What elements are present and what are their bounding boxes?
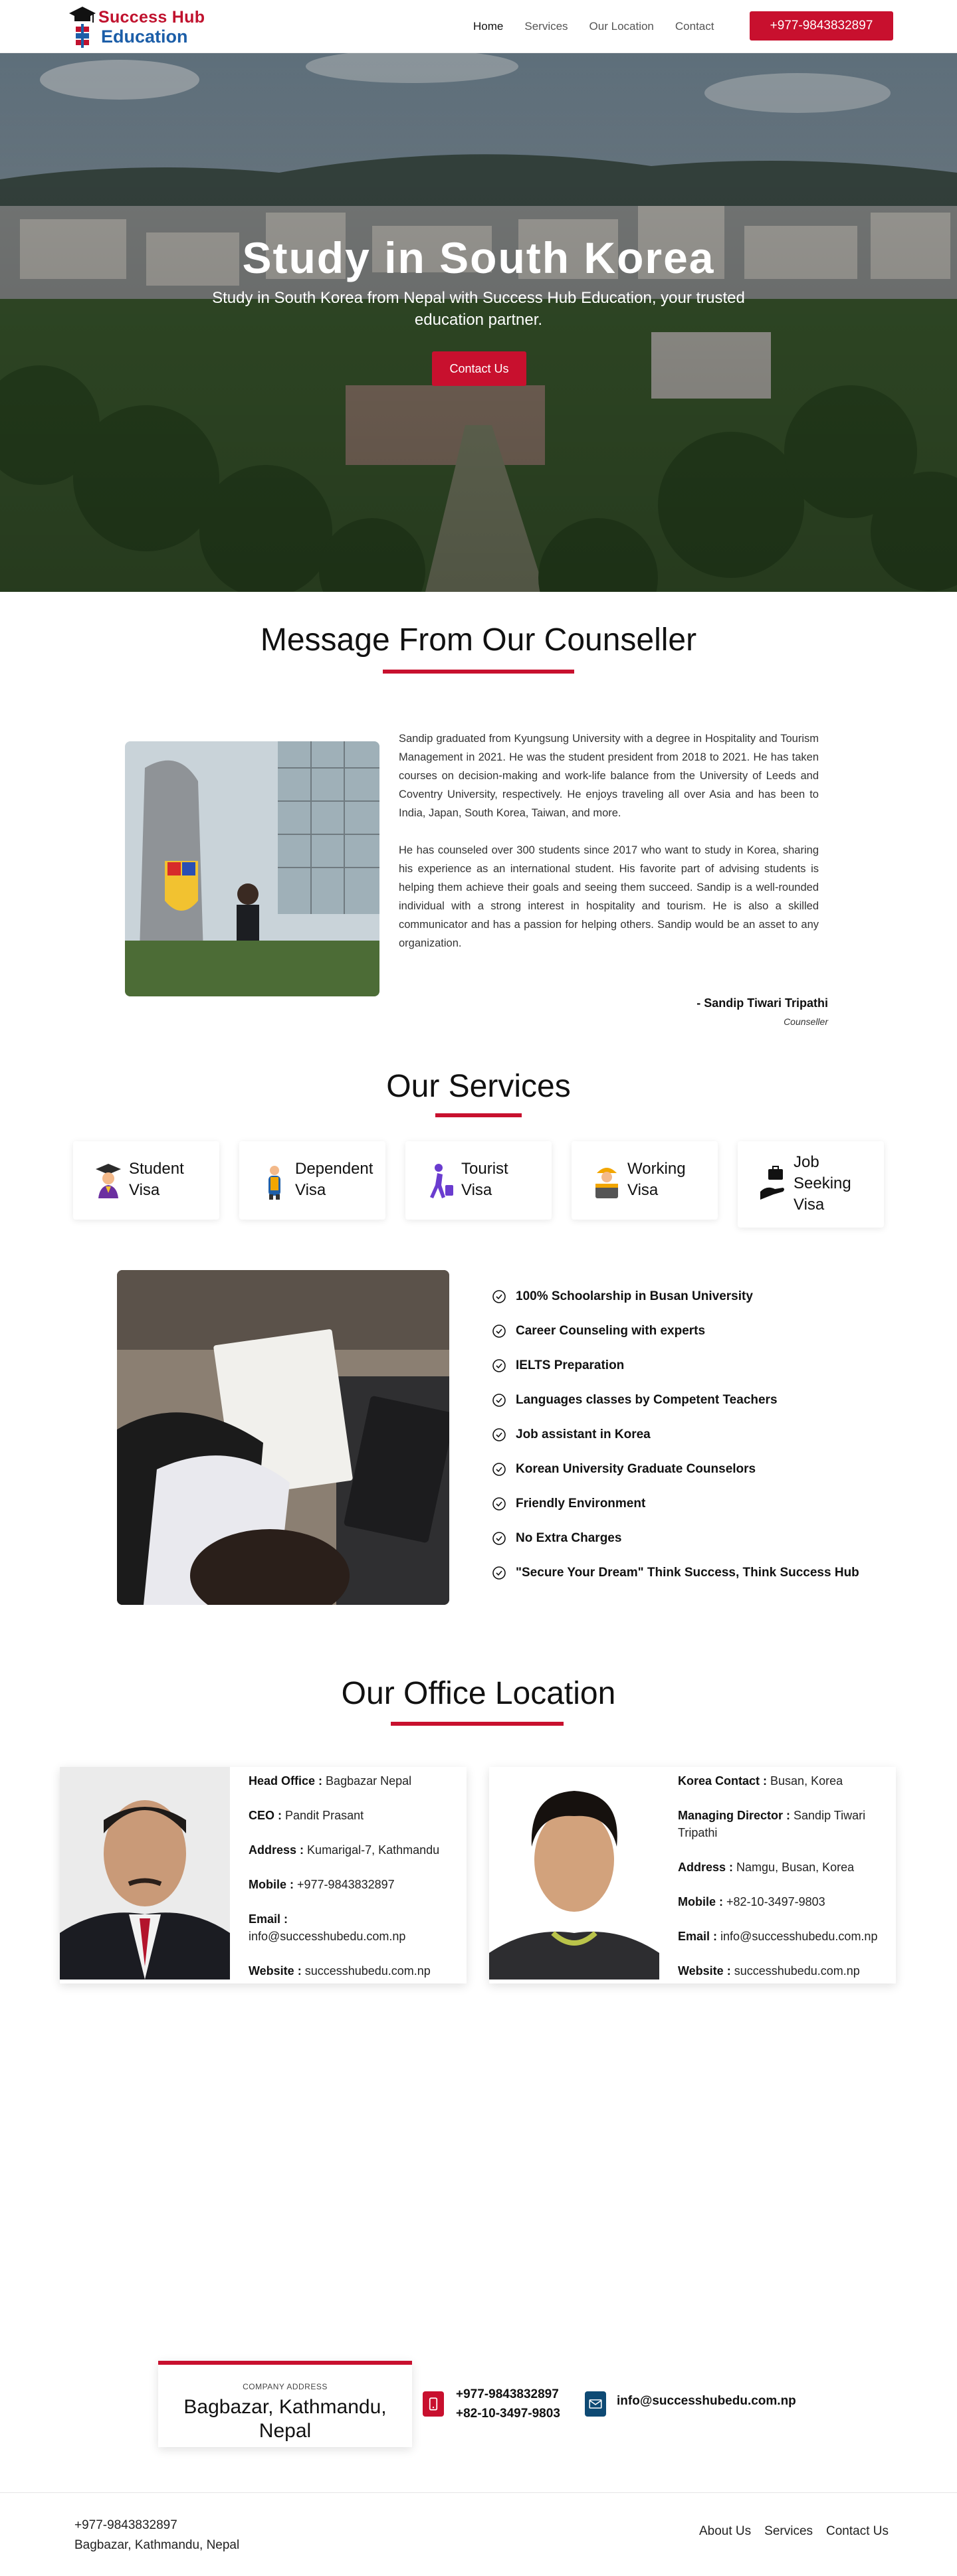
- feature-item: 100% Schoolarship in Busan University: [492, 1279, 859, 1314]
- logo[interactable]: Success Hub Education: [66, 4, 206, 49]
- check-circle-icon: [492, 1325, 506, 1338]
- company-address-label: COMPANY ADDRESS: [243, 2382, 328, 2391]
- feature-item: Korean University Graduate Counselors: [492, 1452, 859, 1487]
- company-address: Bagbazar, Kathmandu, Nepal: [183, 2396, 387, 2442]
- counseller-photo: [125, 741, 379, 996]
- check-circle-icon: [492, 1359, 506, 1372]
- check-circle-icon: [492, 1463, 506, 1476]
- study-desk-photo: [117, 1270, 449, 1605]
- counseller-heading-underline: [383, 670, 574, 674]
- contact-phone-korea[interactable]: +82-10-3497-9803: [456, 2404, 560, 2423]
- nav-services[interactable]: Services: [524, 20, 568, 33]
- graduation-cap-logo-icon: [69, 7, 96, 48]
- footer-link-about-us[interactable]: About Us: [699, 2524, 751, 2539]
- contact-email[interactable]: info@successhubedu.com.np: [617, 2394, 796, 2409]
- services-heading: Our Services: [386, 1069, 571, 1104]
- head-office-details: Head Office : Bagbazar Nepal CEO : Pandi…: [249, 1774, 440, 1978]
- counseller-heading: Message From Our Counseller: [260, 622, 697, 658]
- service-card-dependent-visa[interactable]: Dependent Visa: [239, 1141, 385, 1220]
- service-card-tourist-visa[interactable]: Tourist Visa: [405, 1141, 552, 1220]
- feature-item: Friendly Environment: [492, 1487, 859, 1521]
- footer-address: Bagbazar, Kathmandu, Nepal: [74, 2538, 240, 2552]
- header-phone-button[interactable]: +977-9843832897: [750, 11, 893, 41]
- feature-item: Career Counseling with experts: [492, 1314, 859, 1348]
- footer-link-services[interactable]: Services: [764, 2524, 813, 2539]
- feature-item: Languages classes by Competent Teachers: [492, 1383, 859, 1418]
- check-circle-icon: [492, 1428, 506, 1441]
- service-label: Student Visa: [129, 1160, 184, 1199]
- footer-link-contact-us[interactable]: Contact Us: [826, 2524, 889, 2539]
- nav-contact[interactable]: Contact: [675, 20, 714, 33]
- service-label: Job Seeking Visa: [794, 1153, 851, 1214]
- service-label: Tourist Visa: [461, 1160, 508, 1199]
- hero-subtitle: Study in South Korea from Nepal with Suc…: [212, 289, 745, 329]
- services-feature-list: 100% Schoolarship in Busan University Ca…: [492, 1279, 859, 1590]
- head-office-email[interactable]: info@successhubedu.com.np: [249, 1930, 405, 1943]
- company-address-card: COMPANY ADDRESS Bagbazar, Kathmandu, Nep…: [158, 2361, 412, 2447]
- feature-item: No Extra Charges: [492, 1521, 859, 1556]
- korea-office-mobile[interactable]: +82-10-3497-9803: [726, 1895, 825, 1908]
- feature-item: "Secure Your Dream" Think Success, Think…: [492, 1556, 859, 1590]
- ceo-photo: [60, 1767, 230, 1979]
- check-circle-icon: [492, 1566, 506, 1580]
- counseller-paragraph-2: He has counseled over 300 students since…: [399, 844, 819, 949]
- korea-office-card: Korea Contact : Busan, Korea Managing Di…: [489, 1767, 896, 1983]
- service-label: Working Visa: [627, 1160, 686, 1199]
- job-seeking-icon: [760, 1166, 784, 1200]
- traveler-icon: [430, 1164, 453, 1198]
- main-nav: Home Services Our Location Contact: [473, 0, 714, 53]
- head-office-card: Head Office : Bagbazar Nepal CEO : Pandi…: [60, 1767, 467, 1983]
- footer-phone[interactable]: +977-9843832897: [74, 2516, 239, 2535]
- nav-home[interactable]: Home: [473, 20, 503, 33]
- site-header: Success Hub Education Home Services Our …: [0, 0, 957, 53]
- feature-item: IELTS Preparation: [492, 1348, 859, 1383]
- footer-divider: [0, 2492, 957, 2493]
- graduate-icon: [96, 1164, 121, 1198]
- counseller-name: - Sandip Tiwari Tripathi: [696, 996, 828, 1010]
- service-card-working-visa[interactable]: Working Visa: [572, 1141, 718, 1220]
- worker-icon: [595, 1168, 618, 1198]
- office-heading-underline: [391, 1722, 564, 1726]
- counseller-role: Counseller: [784, 1016, 828, 1027]
- check-circle-icon: [492, 1394, 506, 1407]
- check-circle-icon: [492, 1290, 506, 1303]
- managing-director-photo: [489, 1767, 659, 1979]
- korea-office-details: Korea Contact : Busan, Korea Managing Di…: [678, 1774, 878, 1978]
- check-circle-icon: [492, 1497, 506, 1511]
- service-label: Dependent Visa: [295, 1160, 373, 1199]
- head-office-website[interactable]: successhubedu.com.np: [305, 1964, 431, 1978]
- counseller-paragraph-1: Sandip graduated from Kyungsung Universi…: [399, 733, 819, 819]
- hero-section: Study in South Korea Study in South Kore…: [0, 53, 957, 592]
- korea-office-email[interactable]: info@successhubedu.com.np: [720, 1930, 877, 1943]
- services-heading-underline: [435, 1113, 522, 1117]
- logo-text-success-hub: Success Hub: [98, 8, 205, 27]
- office-heading: Our Office Location: [341, 1676, 616, 1711]
- hero-title: Study in South Korea: [242, 233, 715, 282]
- korea-office-website[interactable]: successhubedu.com.np: [734, 1964, 860, 1978]
- phone-icon: [423, 2391, 444, 2417]
- nav-our-location[interactable]: Our Location: [589, 20, 654, 33]
- service-card-student-visa[interactable]: Student Visa: [73, 1141, 219, 1220]
- head-office-mobile[interactable]: +977-9843832897: [297, 1878, 395, 1891]
- family-icon: [268, 1166, 280, 1200]
- service-card-job-seeking-visa[interactable]: Job Seeking Visa: [738, 1141, 884, 1228]
- feature-item: Job assistant in Korea: [492, 1418, 859, 1452]
- counseller-message: Sandip graduated from Kyungsung Universi…: [399, 729, 819, 971]
- check-circle-icon: [492, 1532, 506, 1545]
- contact-phones: +977-9843832897 +82-10-3497-9803: [456, 2385, 560, 2423]
- contact-phone-nepal[interactable]: +977-9843832897: [456, 2385, 560, 2404]
- footer-links: About Us Services Contact Us: [699, 2524, 889, 2539]
- logo-text-education: Education: [101, 27, 188, 46]
- hero-contact-button[interactable]: Contact Us: [432, 351, 526, 386]
- footer-contact: +977-9843832897 Bagbazar, Kathmandu, Nep…: [74, 2516, 239, 2555]
- mail-icon: [585, 2391, 606, 2417]
